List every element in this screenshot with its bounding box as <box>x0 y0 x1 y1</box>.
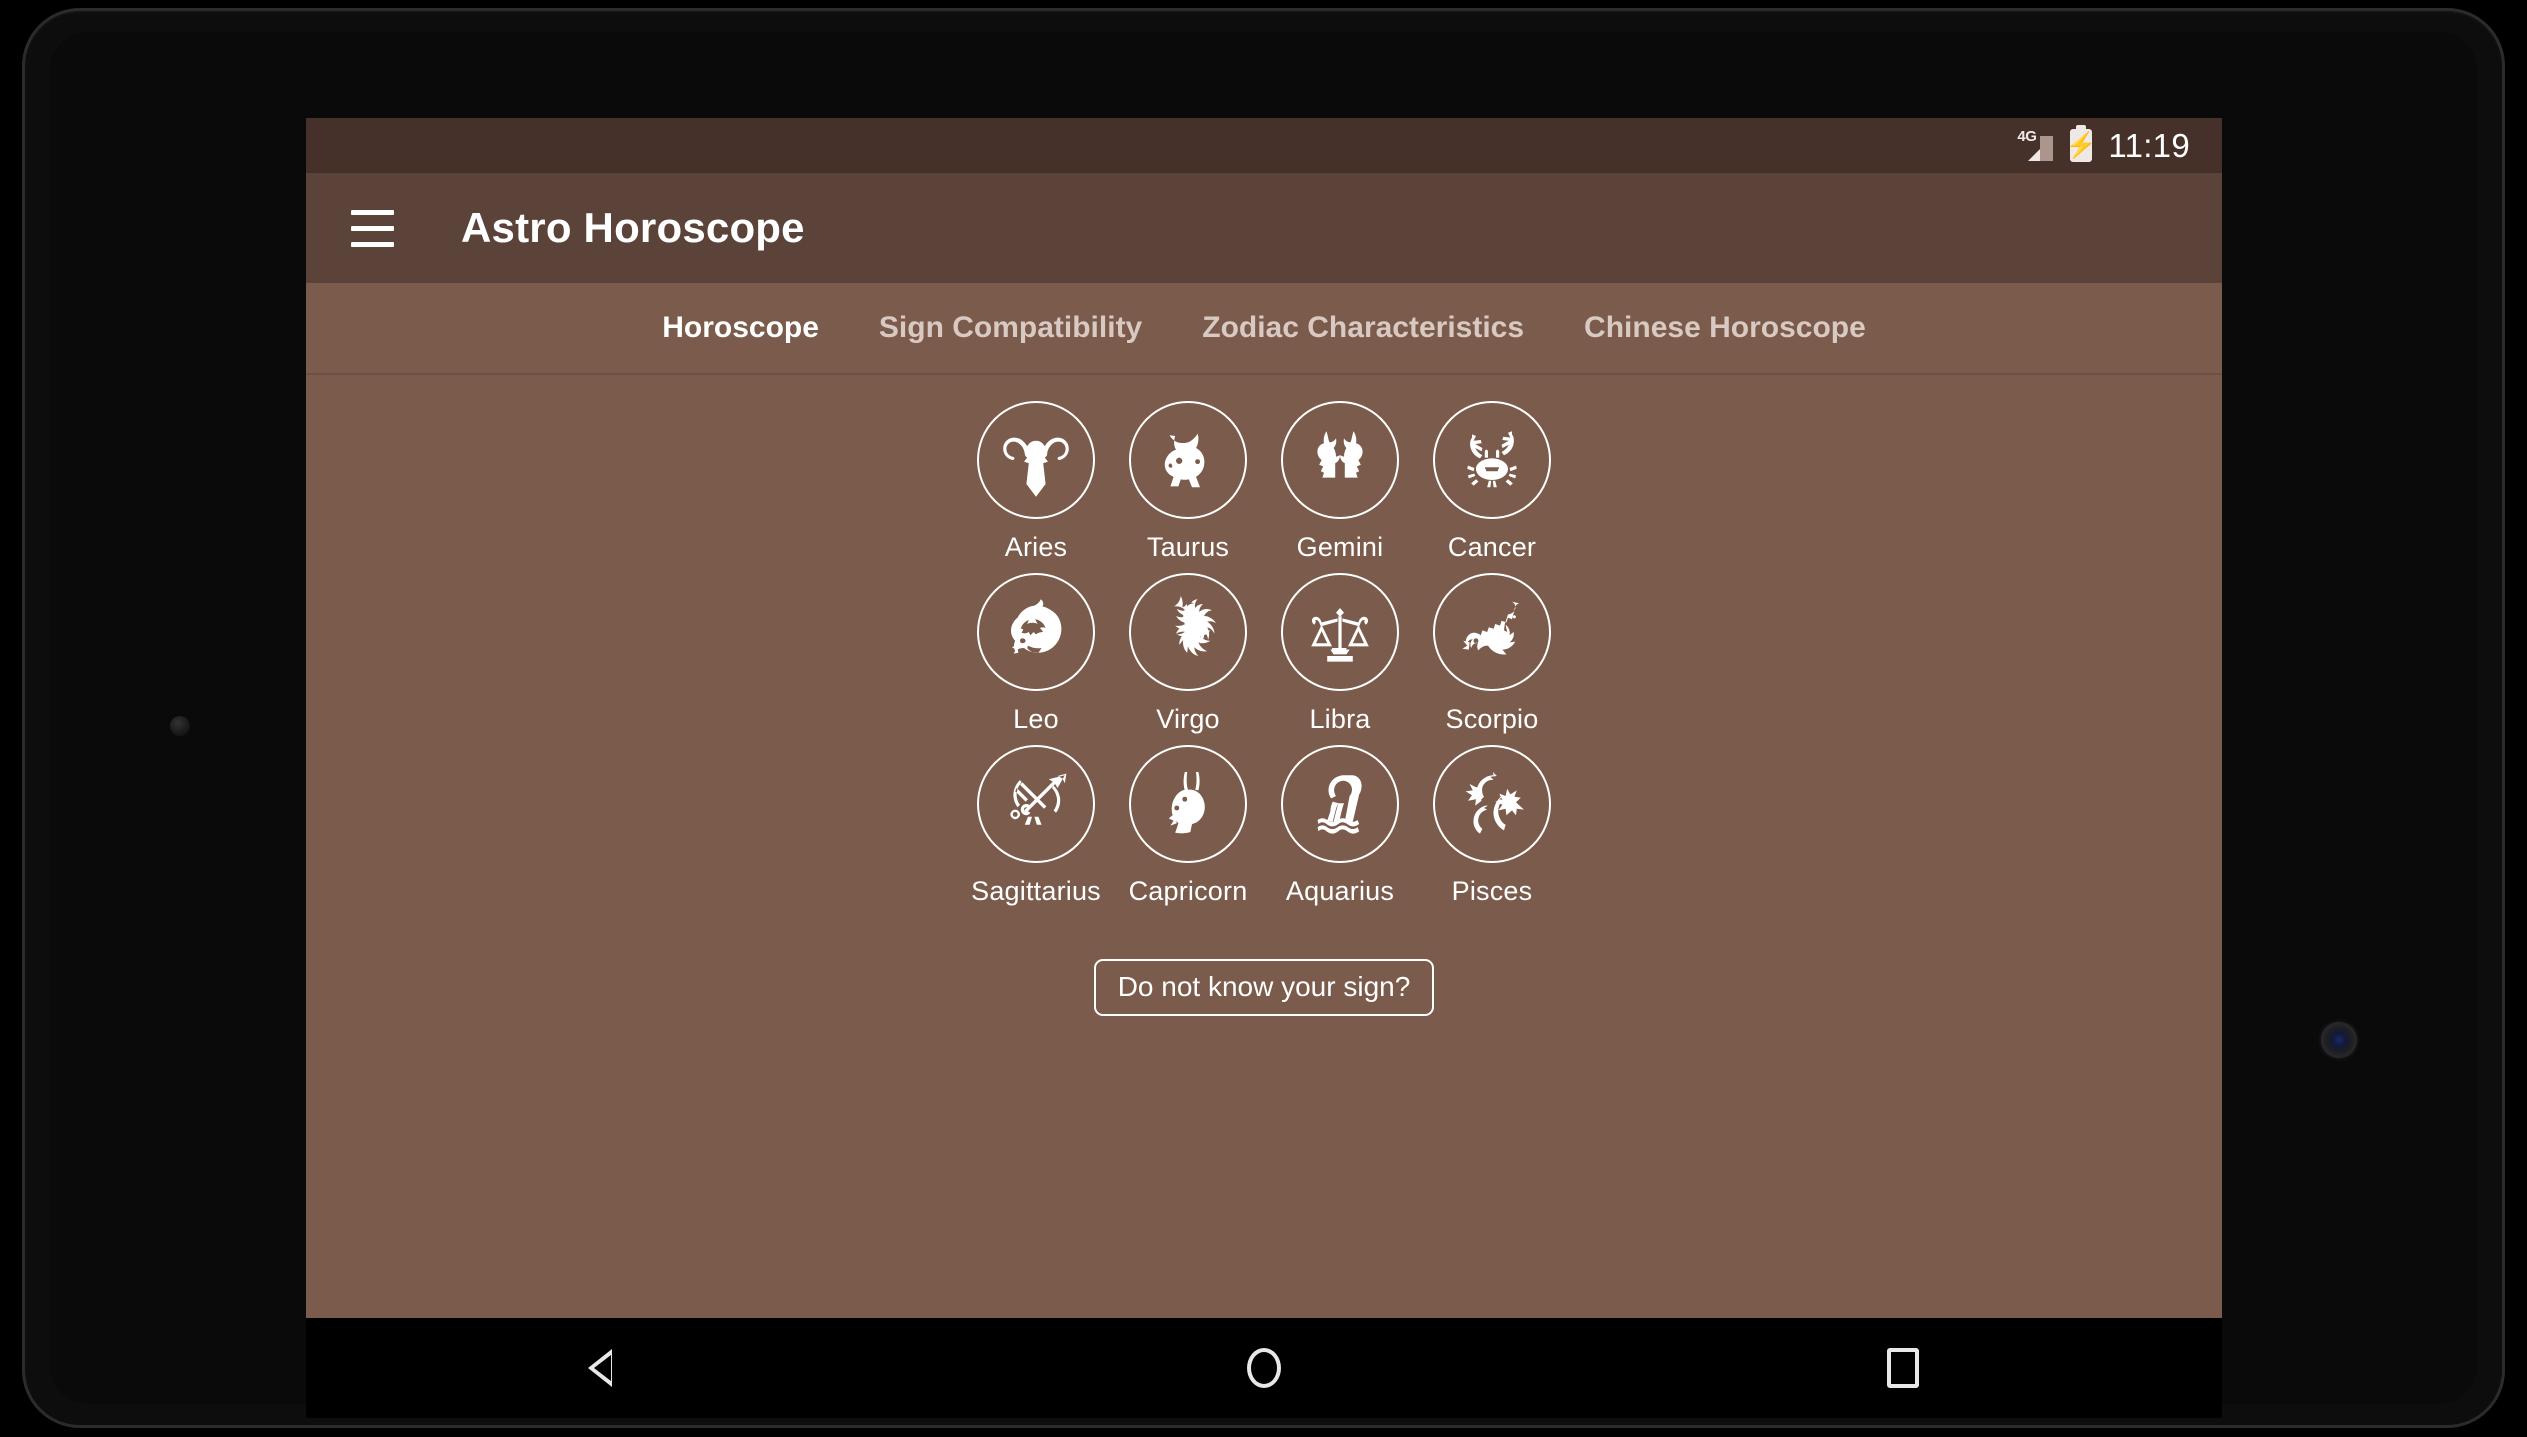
status-bar-icons: 4G ⚡ <box>2017 128 2097 162</box>
do-not-know-your-sign-button[interactable]: Do not know your sign? <box>1093 959 1435 1016</box>
aquarius-waterbearer-icon <box>1281 745 1399 863</box>
front-camera-icon <box>2321 1022 2357 1058</box>
front-sensor-icon <box>170 716 190 736</box>
sign-item-libra[interactable]: Libra <box>1264 567 1416 739</box>
sign-label: Scorpio <box>1445 704 1539 734</box>
sign-label: Aries <box>1004 532 1068 562</box>
signal-bars-dim-shape <box>2040 135 2054 161</box>
home-circle-icon <box>1246 1348 1281 1388</box>
signal-4g-icon: 4G <box>2017 128 2054 161</box>
scorpio-scorpion-icon <box>1433 573 1551 691</box>
status-bar: 4G ⚡ 11:19 <box>306 118 2222 173</box>
sign-label: Pisces <box>1451 876 1533 906</box>
sign-label: Taurus <box>1146 532 1230 562</box>
sign-label: Libra <box>1309 704 1371 734</box>
nav-recents-button[interactable] <box>1843 1332 1963 1404</box>
sign-label: Sagittarius <box>971 876 1101 906</box>
charging-bolt-glyph: ⚡ <box>2065 131 2097 159</box>
battery-charging-icon: ⚡ <box>2066 129 2097 162</box>
tab-zodiac-characteristics[interactable]: Zodiac Characteristics <box>1172 311 1554 345</box>
menu-line <box>351 241 394 247</box>
tab-bar: Horoscope Sign Compatibility Zodiac Char… <box>306 283 2222 375</box>
leo-lion-icon <box>977 573 1095 691</box>
nav-home-button[interactable] <box>1204 1332 1324 1404</box>
sign-item-sagittarius[interactable]: Sagittarius <box>960 739 1112 911</box>
cancer-crab-icon <box>1433 401 1551 519</box>
aries-ram-icon <box>977 401 1095 519</box>
gemini-twins-icon <box>1281 401 1399 519</box>
tab-sign-compatibility[interactable]: Sign Compatibility <box>849 311 1172 345</box>
sign-label: Aquarius <box>1285 876 1395 906</box>
sign-item-scorpio[interactable]: Scorpio <box>1416 567 1568 739</box>
sign-label: Gemini <box>1296 532 1384 562</box>
recents-square-icon <box>1886 1348 1919 1388</box>
libra-scales-icon <box>1281 573 1399 691</box>
page-title: Astro Horoscope <box>461 204 805 251</box>
pisces-fish-icon <box>1433 745 1551 863</box>
sagittarius-archer-icon <box>977 745 1095 863</box>
sign-label: Capricorn <box>1128 876 1248 906</box>
sign-item-aries[interactable]: Aries <box>960 395 1112 567</box>
android-navigation-bar <box>306 1318 2222 1418</box>
capricorn-goat-icon <box>1129 745 1247 863</box>
sign-item-gemini[interactable]: Gemini <box>1264 395 1416 567</box>
menu-line <box>351 209 394 215</box>
menu-line <box>351 225 394 231</box>
footer-area: Do not know your sign? <box>306 959 2222 1016</box>
tab-chinese-horoscope[interactable]: Chinese Horoscope <box>1554 311 1896 345</box>
sign-item-virgo[interactable]: Virgo <box>1112 567 1264 739</box>
hamburger-menu-icon[interactable] <box>351 199 409 257</box>
sign-label: Virgo <box>1156 704 1220 734</box>
zodiac-sign-grid: Aries Taurus Gemini Cancer Leo Virgo Lib… <box>306 375 2222 911</box>
app-bar: Astro Horoscope <box>306 173 2222 283</box>
status-bar-clock: 11:19 <box>2108 126 2190 164</box>
back-triangle-icon <box>588 1347 638 1389</box>
sign-label: Cancer <box>1447 532 1537 562</box>
sign-item-pisces[interactable]: Pisces <box>1416 739 1568 911</box>
nav-back-button[interactable] <box>565 1332 685 1404</box>
taurus-bull-icon <box>1129 401 1247 519</box>
sign-label: Leo <box>1013 704 1059 734</box>
sign-item-taurus[interactable]: Taurus <box>1112 395 1264 567</box>
virgo-maiden-icon <box>1129 573 1247 691</box>
sign-item-capricorn[interactable]: Capricorn <box>1112 739 1264 911</box>
sign-item-aquarius[interactable]: Aquarius <box>1264 739 1416 911</box>
device-screen: 4G ⚡ 11:19 Astro Horoscope Horoscope Sig… <box>306 118 2222 1318</box>
sign-item-leo[interactable]: Leo <box>960 567 1112 739</box>
tab-horoscope[interactable]: Horoscope <box>632 311 849 345</box>
sign-item-cancer[interactable]: Cancer <box>1416 395 1568 567</box>
